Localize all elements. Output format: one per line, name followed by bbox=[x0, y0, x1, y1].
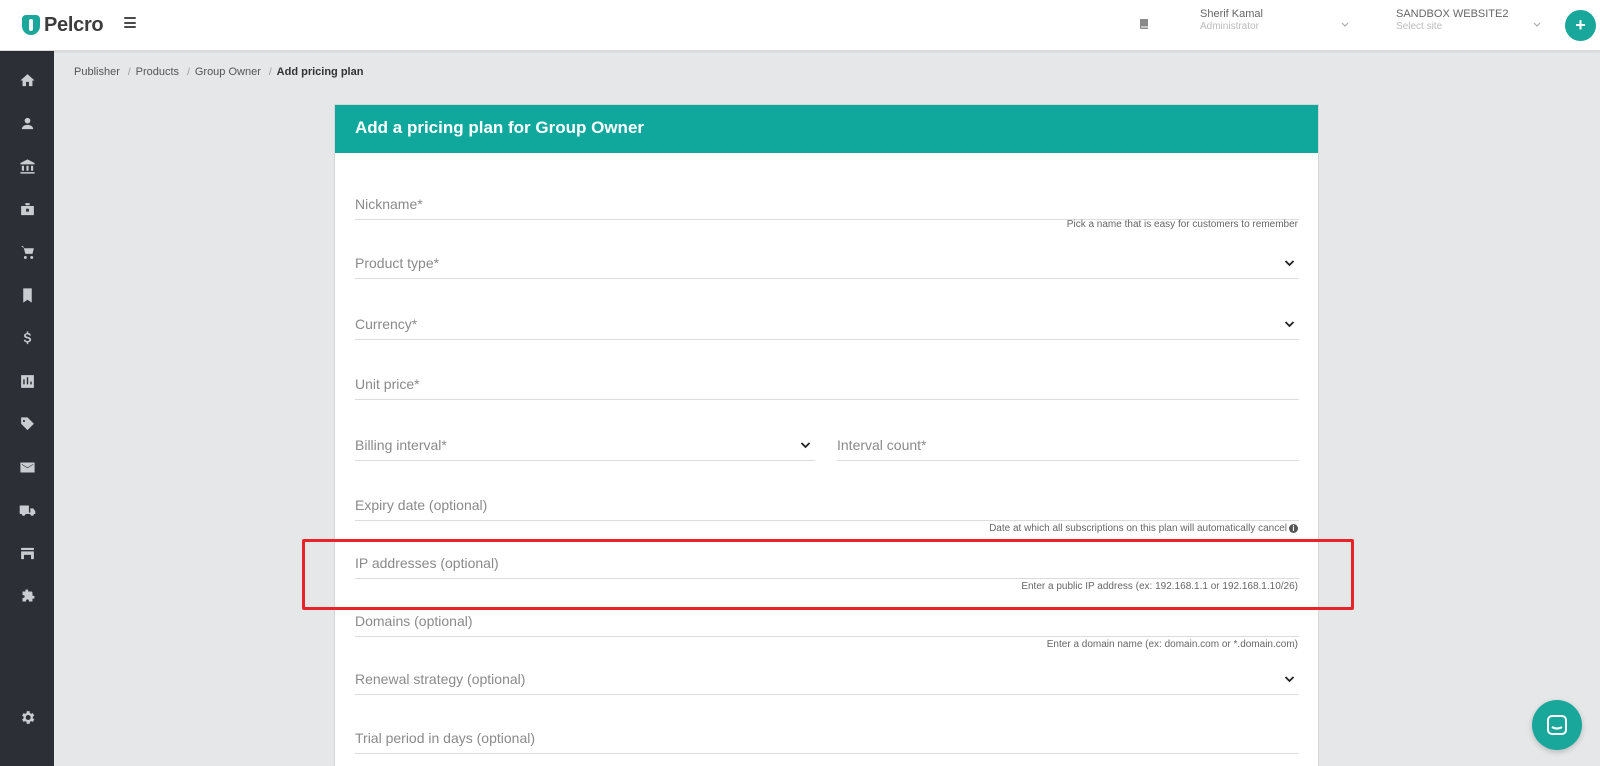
expiry-date-hint-text: Date at which all subscriptions on this … bbox=[989, 523, 1287, 534]
currency-select[interactable]: Currency* bbox=[355, 310, 1299, 340]
logo-icon bbox=[22, 15, 40, 35]
sidebar-item-reports[interactable] bbox=[0, 361, 54, 401]
site-name: SANDBOX WEBSITE2 bbox=[1396, 8, 1509, 20]
trial-period-field[interactable]: Trial period in days (optional) bbox=[355, 724, 1299, 754]
unit-price-field[interactable]: Unit price* bbox=[355, 370, 1299, 400]
domains-field[interactable]: Domains (optional) bbox=[355, 607, 1299, 637]
menu-icon[interactable] bbox=[124, 17, 136, 28]
sidebar-item-home[interactable] bbox=[0, 60, 54, 100]
breadcrumb-separator: / bbox=[187, 66, 190, 78]
sidebar-item-coupons[interactable] bbox=[0, 404, 54, 444]
breadcrumb-separator: / bbox=[127, 66, 131, 78]
chat-icon bbox=[1547, 715, 1567, 735]
expiry-date-field[interactable]: Expiry date (optional) bbox=[355, 491, 1299, 521]
top-bar: Pelcro Sherif Kamal Administrator SANDBO… bbox=[0, 0, 1600, 51]
mail-icon bbox=[19, 462, 35, 472]
chevron-down-icon bbox=[800, 442, 811, 449]
sidebar-item-billing[interactable] bbox=[0, 318, 54, 358]
site-placeholder: Select site bbox=[1396, 21, 1443, 32]
user-role: Administrator bbox=[1200, 21, 1259, 32]
breadcrumb-separator: / bbox=[268, 66, 272, 78]
interval-count-field[interactable]: Interval count* bbox=[837, 431, 1299, 461]
chevron-down-icon bbox=[1341, 22, 1349, 27]
domains-label: Domains (optional) bbox=[355, 613, 473, 629]
renewal-strategy-select[interactable]: Renewal strategy (optional) bbox=[355, 665, 1299, 695]
chart-icon bbox=[20, 374, 34, 388]
form-title: Add a pricing plan for Group Owner bbox=[335, 105, 1318, 153]
logo-text: Pelcro bbox=[44, 13, 104, 36]
product-type-label: Product type* bbox=[355, 255, 440, 271]
user-menu[interactable]: Sherif Kamal Administrator bbox=[1200, 8, 1350, 36]
sidebar-item-mail[interactable] bbox=[0, 447, 54, 487]
user-name: Sherif Kamal bbox=[1200, 8, 1263, 20]
site-selector[interactable]: SANDBOX WEBSITE2 Select site bbox=[1396, 8, 1542, 36]
trial-period-label: Trial period in days (optional) bbox=[355, 730, 536, 746]
sidebar bbox=[0, 51, 54, 766]
breadcrumb-current: Add pricing plan bbox=[276, 66, 364, 78]
sidebar-item-products[interactable] bbox=[0, 189, 54, 229]
highlight-box bbox=[302, 539, 1354, 610]
sidebar-item-ecommerce[interactable] bbox=[0, 232, 54, 272]
sidebar-item-customers[interactable] bbox=[0, 103, 54, 143]
pelcro-logo[interactable]: Pelcro bbox=[22, 12, 104, 38]
breadcrumb-group-owner[interactable]: Group Owner bbox=[195, 66, 261, 78]
breadcrumb: Publisher / Products / Group Owner / Add… bbox=[74, 66, 363, 78]
sidebar-item-integrations[interactable] bbox=[0, 576, 54, 616]
currency-label: Currency* bbox=[355, 316, 418, 332]
sidebar-item-settings[interactable] bbox=[0, 697, 54, 737]
bank-icon bbox=[19, 158, 35, 174]
renewal-strategy-label: Renewal strategy (optional) bbox=[355, 671, 526, 687]
billing-interval-label: Billing interval* bbox=[355, 437, 447, 453]
store-icon bbox=[20, 547, 34, 559]
chevron-down-icon bbox=[1284, 321, 1295, 328]
sidebar-item-shipping[interactable] bbox=[0, 490, 54, 530]
bookmark-icon bbox=[22, 287, 32, 303]
chevron-down-icon bbox=[1284, 260, 1295, 267]
nickname-hint: Pick a name that is easy for customers t… bbox=[1066, 219, 1298, 230]
billing-interval-select[interactable]: Billing interval* bbox=[355, 431, 815, 461]
pricing-plan-form: Add a pricing plan for Group Owner Nickn… bbox=[334, 104, 1319, 766]
person-icon bbox=[21, 117, 33, 129]
book-icon[interactable] bbox=[1139, 18, 1150, 30]
info-icon[interactable]: i bbox=[1289, 523, 1298, 533]
sidebar-item-publisher[interactable] bbox=[0, 146, 54, 186]
tag-icon bbox=[20, 416, 34, 430]
expiry-date-label: Expiry date (optional) bbox=[355, 497, 488, 513]
domains-hint: Enter a domain name (ex: domain.com or *… bbox=[1046, 639, 1298, 650]
chevron-down-icon bbox=[1284, 676, 1295, 683]
dollar-icon bbox=[23, 330, 31, 344]
unit-price-label: Unit price* bbox=[355, 376, 420, 392]
chevron-down-icon bbox=[1533, 22, 1541, 27]
add-button[interactable]: + bbox=[1565, 10, 1596, 41]
breadcrumb-products[interactable]: Products bbox=[136, 66, 179, 78]
nickname-label: Nickname* bbox=[355, 196, 423, 212]
cart-icon bbox=[20, 245, 34, 259]
briefcase-icon bbox=[20, 202, 34, 215]
puzzle-icon bbox=[22, 588, 35, 601]
expiry-date-hint: Date at which all subscriptions on this … bbox=[989, 523, 1298, 534]
chat-button[interactable] bbox=[1532, 700, 1582, 750]
sidebar-item-content[interactable] bbox=[0, 275, 54, 315]
sidebar-item-store[interactable] bbox=[0, 533, 54, 573]
truck-icon bbox=[19, 505, 35, 516]
breadcrumb-publisher[interactable]: Publisher bbox=[74, 66, 120, 78]
nickname-field[interactable]: Nickname* bbox=[355, 190, 1299, 220]
product-type-select[interactable]: Product type* bbox=[355, 249, 1299, 279]
home-icon bbox=[19, 73, 35, 86]
gear-icon bbox=[21, 710, 34, 724]
interval-count-label: Interval count* bbox=[837, 437, 927, 453]
